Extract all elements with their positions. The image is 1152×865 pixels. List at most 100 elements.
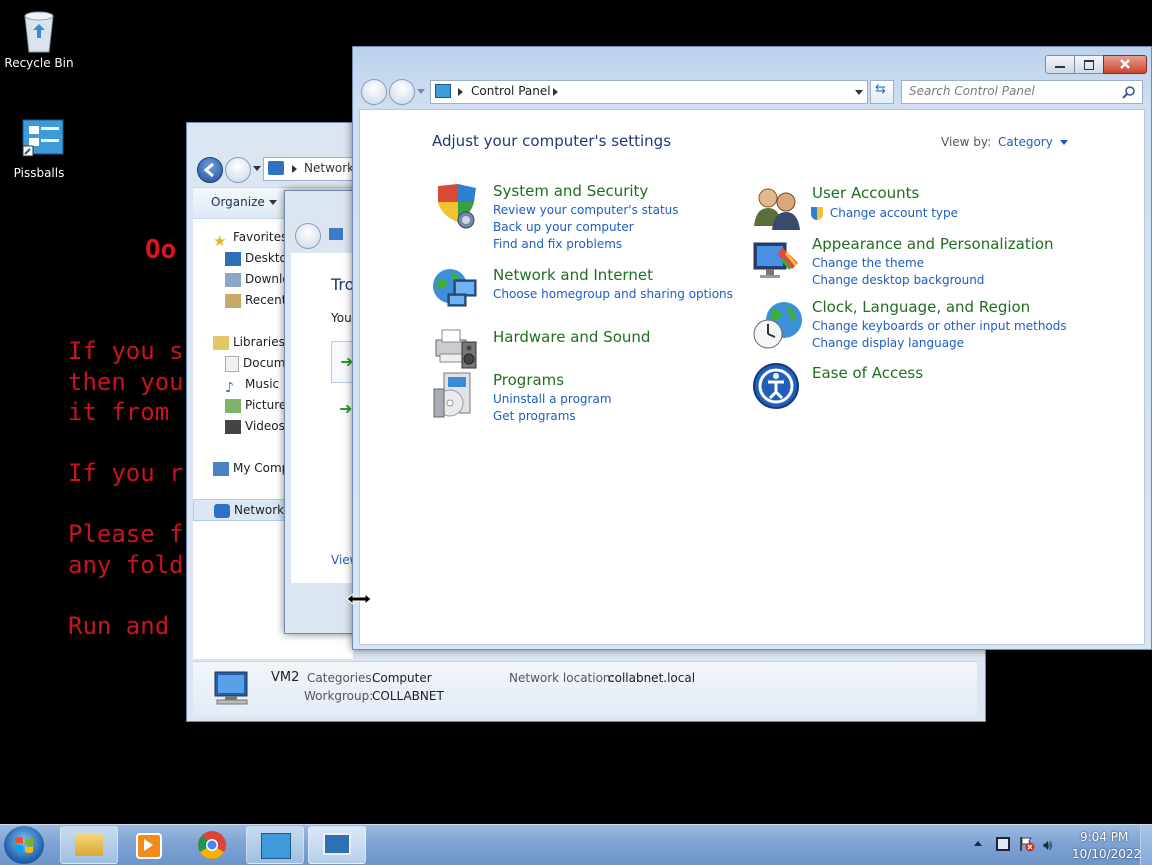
change-keyboards-link[interactable]: Change keyboards or other input methods — [812, 318, 1067, 335]
change-display-language-link[interactable]: Change display language — [812, 335, 1067, 352]
back-up-link[interactable]: Back up your computer — [493, 219, 679, 236]
nav-network-label: Network — [234, 503, 285, 517]
printer-speaker-icon[interactable] — [432, 326, 480, 370]
hardware-sound-title[interactable]: Hardware and Sound — [493, 328, 650, 346]
refresh-button[interactable]: ⇆ — [870, 80, 894, 104]
nav-music[interactable]: ♪ Music — [225, 374, 280, 396]
change-theme-link[interactable]: Change the theme — [812, 255, 984, 272]
ease-of-access-icon[interactable] — [752, 362, 800, 410]
recycle-bin-desktop-icon[interactable]: Recycle Bin — [3, 8, 75, 70]
downloads-icon — [225, 272, 241, 287]
view-by-dropdown[interactable]: Category — [998, 135, 1068, 149]
desktop-icon — [225, 251, 241, 266]
nav-downloads[interactable]: Downlo — [225, 269, 290, 289]
nav-favorites[interactable]: ★ Favorites — [213, 227, 287, 250]
address-bar[interactable]: Network — [263, 157, 355, 181]
control-panel-small-icon — [435, 84, 451, 98]
maximize-button[interactable] — [1074, 55, 1104, 74]
search-icon[interactable] — [1122, 85, 1136, 99]
action-center-flag-icon[interactable] — [1019, 836, 1035, 852]
review-status-link[interactable]: Review your computer's status — [493, 202, 679, 219]
programs-disc-icon[interactable] — [432, 371, 480, 419]
control-panel-window[interactable]: Control Panel ⇆ Search Control Panel Adj… — [352, 46, 1152, 650]
breadcrumb-separator-icon — [458, 88, 463, 96]
network-internet-title[interactable]: Network and Internet — [493, 266, 653, 284]
organize-button[interactable]: Organize — [211, 195, 277, 209]
clock-date[interactable]: 10/10/2022 — [1072, 847, 1141, 861]
search-control-panel-input[interactable]: Search Control Panel — [901, 80, 1143, 104]
cp-forward-button[interactable] — [389, 79, 415, 105]
recent-places-icon — [225, 293, 241, 308]
taskbar-explorer-button[interactable] — [60, 826, 118, 864]
minimize-button[interactable] — [1045, 55, 1075, 74]
show-hidden-icons-button[interactable] — [974, 841, 982, 846]
users-icon[interactable] — [752, 184, 802, 230]
folder-icon — [75, 834, 103, 856]
wallpaper-line — [68, 580, 184, 611]
system-security-title[interactable]: System and Security — [493, 182, 648, 200]
clock-language-region-title[interactable]: Clock, Language, and Region — [812, 298, 1030, 316]
forward-button[interactable] — [225, 157, 251, 183]
user-accounts-title[interactable]: User Accounts — [812, 184, 919, 202]
nav-music-label: Music — [245, 377, 280, 391]
back-button[interactable] — [197, 157, 223, 183]
get-programs-link[interactable]: Get programs — [493, 408, 612, 425]
wallpaper-line: it from — [68, 398, 170, 426]
cp-history-dropdown-icon[interactable] — [417, 89, 425, 94]
homegroup-sharing-link[interactable]: Choose homegroup and sharing options — [493, 286, 733, 303]
taskbar-troubleshooting-button[interactable] — [308, 826, 366, 864]
shield-icon[interactable] — [432, 182, 480, 230]
cp-back-button[interactable] — [361, 79, 387, 105]
find-fix-problems-link[interactable]: Find and fix problems — [493, 236, 679, 253]
change-account-type-link[interactable]: Change account type — [830, 206, 958, 220]
uninstall-program-link[interactable]: Uninstall a program — [493, 391, 612, 408]
address-network[interactable]: Network — [304, 161, 354, 175]
clock-time[interactable]: 9:04 PM — [1080, 830, 1128, 844]
network-tray-icon[interactable] — [996, 837, 1010, 851]
nav-recent[interactable]: Recent — [225, 290, 286, 310]
nav-downloads-label: Downlo — [245, 272, 290, 286]
close-icon — [1120, 59, 1130, 69]
documents-icon — [225, 355, 239, 372]
change-desktop-background-link[interactable]: Change desktop background — [812, 272, 984, 289]
nav-videos[interactable]: Videos — [225, 416, 285, 436]
troubleshoot-back-button[interactable] — [295, 223, 321, 249]
network-location-value: collabnet.local — [608, 671, 696, 685]
nav-documents[interactable]: Docum — [225, 353, 285, 373]
view-by-label: View by: — [941, 135, 992, 149]
taskbar-media-player-button[interactable] — [122, 827, 174, 863]
taskbar: 🔊︎ 9:04 PM 10/10/2022 — [0, 824, 1152, 865]
close-button[interactable] — [1103, 55, 1147, 74]
address-dropdown-icon[interactable] — [855, 90, 863, 95]
monitor-paint-icon[interactable] — [752, 239, 802, 285]
troubleshoot-address-icon — [329, 228, 343, 240]
taskbar-control-panel-button[interactable] — [246, 826, 304, 864]
history-dropdown-icon[interactable] — [253, 166, 261, 171]
breadcrumb-separator-icon[interactable] — [553, 88, 558, 96]
network-globe-icon[interactable] — [432, 266, 480, 312]
volume-icon[interactable]: 🔊︎ — [1043, 836, 1052, 854]
nav-libraries[interactable]: Libraries — [213, 332, 285, 352]
nav-pictures[interactable]: Pictures — [225, 395, 293, 415]
cp-address-bar[interactable]: Control Panel — [430, 80, 868, 104]
nav-my-computer[interactable]: My Comp — [213, 458, 289, 478]
programs-title[interactable]: Programs — [493, 371, 564, 389]
wallpaper-line: then you — [68, 367, 184, 396]
search-placeholder: Search Control Panel — [909, 84, 1035, 98]
clock-globe-icon[interactable] — [752, 300, 804, 350]
appearance-title[interactable]: Appearance and Personalization — [812, 235, 1054, 253]
pissballs-desktop-icon[interactable]: Pissballs — [3, 118, 75, 180]
green-arrow-icon[interactable]: ➜ — [339, 399, 352, 418]
control-panel-icon — [261, 833, 291, 859]
recycle-bin-icon — [19, 8, 59, 53]
start-button[interactable] — [4, 826, 44, 864]
taskbar-chrome-button[interactable] — [186, 827, 238, 863]
network-location-label: Network location: — [509, 671, 615, 685]
control-panel-shortcut-icon — [19, 118, 64, 162]
recycle-bin-label: Recycle Bin — [4, 56, 74, 70]
videos-icon — [225, 419, 241, 434]
nav-recent-label: Recent — [245, 293, 287, 307]
breadcrumb-control-panel[interactable]: Control Panel — [471, 84, 551, 98]
show-desktop-button[interactable] — [1140, 825, 1152, 865]
ease-of-access-title[interactable]: Ease of Access — [812, 364, 923, 382]
